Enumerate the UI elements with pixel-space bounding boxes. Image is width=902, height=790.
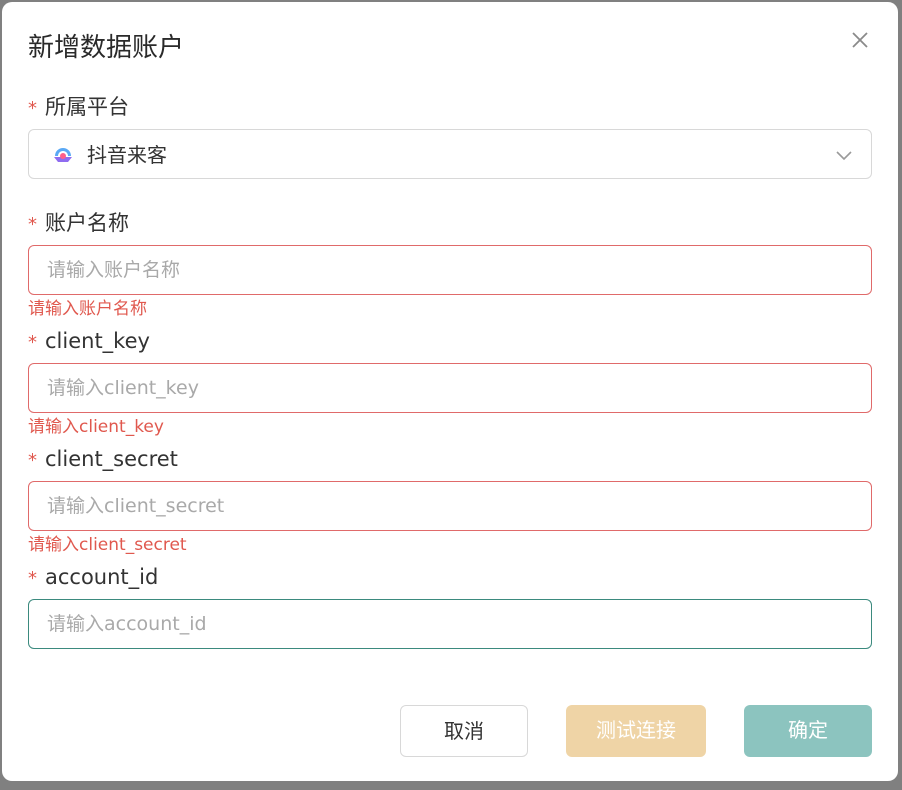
confirm-button[interactable]: 确定 (744, 705, 872, 757)
dialog-title: 新增数据账户 (28, 33, 185, 63)
account-name-label: * 账户名称 (28, 211, 129, 235)
platform-label: * 所属平台 (28, 95, 129, 119)
account-id-label: * account_id (28, 565, 159, 589)
account-id-field (28, 599, 872, 649)
account-name-error: 请输入账户名称 (28, 299, 147, 319)
client-key-label: * client_key (28, 329, 150, 353)
platform-select[interactable]: 抖音来客 (28, 129, 872, 179)
client-key-input[interactable] (29, 364, 871, 412)
required-mark: * (28, 332, 37, 353)
client-secret-label: * client_secret (28, 447, 178, 471)
client-secret-error: 请输入client_secret (28, 535, 187, 555)
test-connection-button[interactable]: 测试连接 (566, 705, 706, 757)
client-key-error: 请输入client_key (28, 417, 164, 437)
douyin-laike-logo-icon (51, 143, 75, 167)
close-icon[interactable] (846, 26, 874, 54)
account-name-field (28, 245, 872, 295)
account-name-input[interactable] (29, 246, 871, 294)
required-mark: * (28, 450, 37, 471)
client-secret-input[interactable] (29, 482, 871, 530)
platform-value: 抖音来客 (87, 143, 167, 167)
add-data-account-dialog: 新增数据账户 * 所属平台 抖音来客 * 账户名称 请输入账户名称 请输入账户名… (2, 2, 898, 781)
client-key-field (28, 363, 872, 413)
cancel-button[interactable]: 取消 (400, 705, 528, 757)
required-mark: * (28, 214, 37, 235)
required-mark: * (28, 568, 37, 589)
required-mark: * (28, 98, 37, 119)
client-secret-field (28, 481, 872, 531)
account-id-input[interactable] (29, 600, 871, 648)
chevron-down-icon (835, 146, 853, 164)
